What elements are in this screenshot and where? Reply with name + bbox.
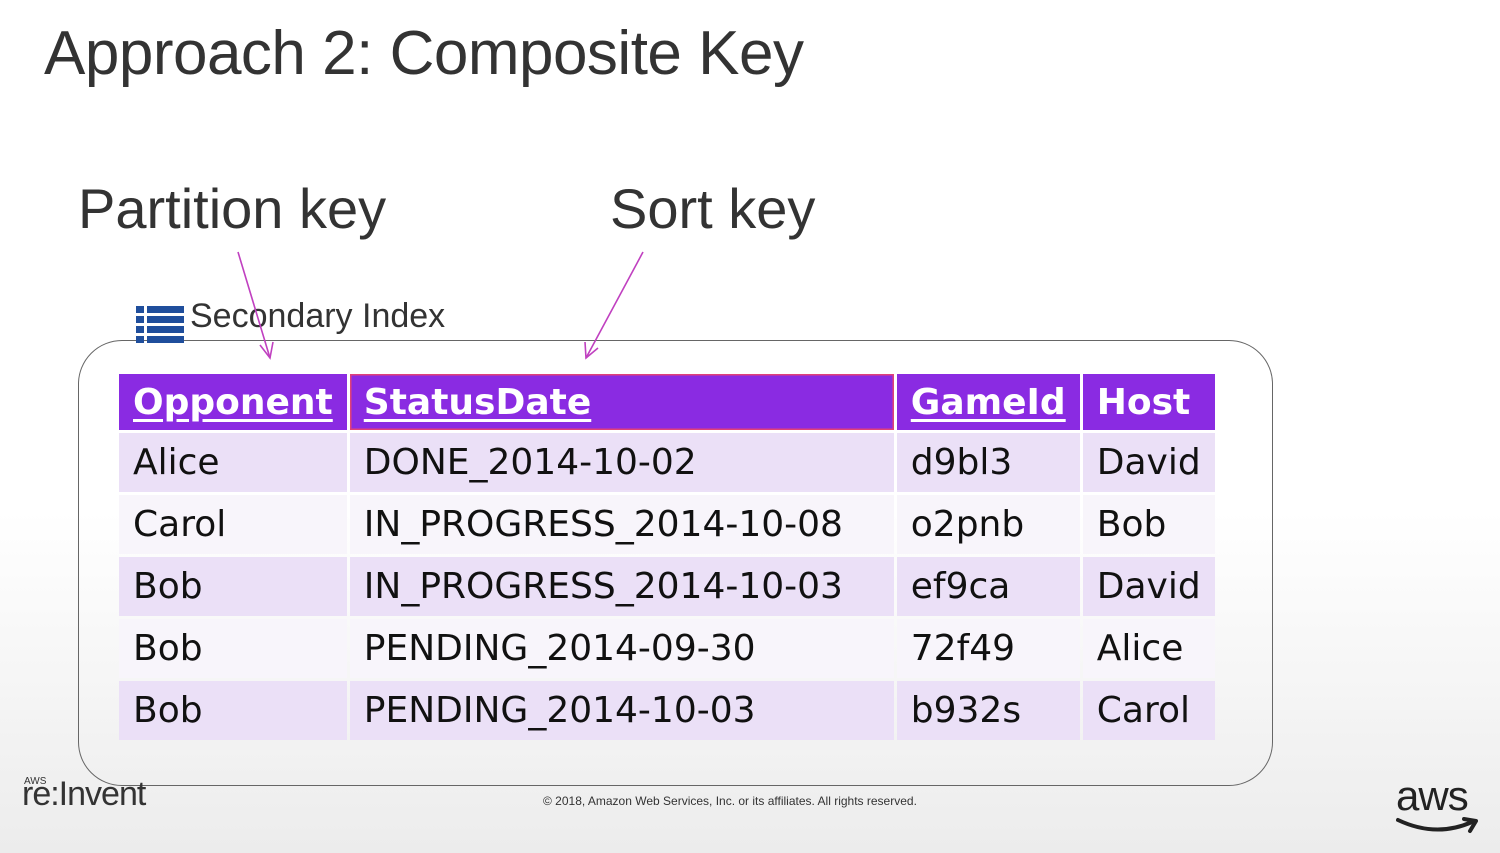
secondary-index-label: Secondary Index: [136, 297, 445, 350]
table-header-row: Opponent StatusDate GameId Host: [119, 374, 1215, 430]
cell-gameid: o2pnb: [896, 495, 1080, 554]
secondary-index-title: Secondary Index: [190, 296, 446, 335]
cell-opponent: Bob: [119, 619, 347, 678]
cell-statusdate: IN_PROGRESS_2014-10-03: [349, 557, 894, 616]
cell-statusdate: PENDING_2014-09-30: [349, 619, 894, 678]
cell-opponent: Carol: [119, 495, 347, 554]
sort-key-callout: Sort key: [610, 177, 816, 240]
cell-opponent: Bob: [119, 557, 347, 616]
table-row: Bob PENDING_2014-10-03 b932s Carol: [119, 681, 1215, 740]
partition-key-callout: Partition key: [78, 177, 387, 240]
table-list-icon: [136, 306, 184, 343]
slide-title: Approach 2: Composite Key: [44, 19, 804, 88]
cell-gameid: d9bl3: [896, 433, 1080, 492]
copyright-notice: © 2018, Amazon Web Services, Inc. or its…: [543, 794, 917, 808]
column-header-gameid: GameId: [896, 374, 1080, 430]
cell-host: Carol: [1082, 681, 1215, 740]
cell-gameid: ef9ca: [896, 557, 1080, 616]
cell-gameid: b932s: [896, 681, 1080, 740]
cell-opponent: Bob: [119, 681, 347, 740]
cell-host: Alice: [1082, 619, 1215, 678]
column-header-host: Host: [1082, 374, 1215, 430]
cell-host: David: [1082, 557, 1215, 616]
aws-logo-wordmark: aws: [1396, 772, 1469, 819]
cell-statusdate: DONE_2014-10-02: [349, 433, 894, 492]
cell-host: Bob: [1082, 495, 1215, 554]
reinvent-logo-wordmark: re:Invent: [22, 775, 146, 813]
reinvent-logo: AWS re:Invent: [22, 776, 152, 812]
aws-logo: aws: [1396, 772, 1482, 836]
cell-host: David: [1082, 433, 1215, 492]
cell-statusdate: IN_PROGRESS_2014-10-08: [349, 495, 894, 554]
cell-opponent: Alice: [119, 433, 347, 492]
table-row: Bob IN_PROGRESS_2014-10-03 ef9ca David: [119, 557, 1215, 616]
secondary-index-table: Opponent StatusDate GameId Host Alice DO…: [116, 371, 1218, 743]
column-header-statusdate: StatusDate: [349, 374, 894, 430]
table-row: Alice DONE_2014-10-02 d9bl3 David: [119, 433, 1215, 492]
table-row: Bob PENDING_2014-09-30 72f49 Alice: [119, 619, 1215, 678]
table-row: Carol IN_PROGRESS_2014-10-08 o2pnb Bob: [119, 495, 1215, 554]
cell-statusdate: PENDING_2014-10-03: [349, 681, 894, 740]
cell-gameid: 72f49: [896, 619, 1080, 678]
aws-smile-icon: [1396, 817, 1478, 833]
column-header-opponent: Opponent: [119, 374, 347, 430]
